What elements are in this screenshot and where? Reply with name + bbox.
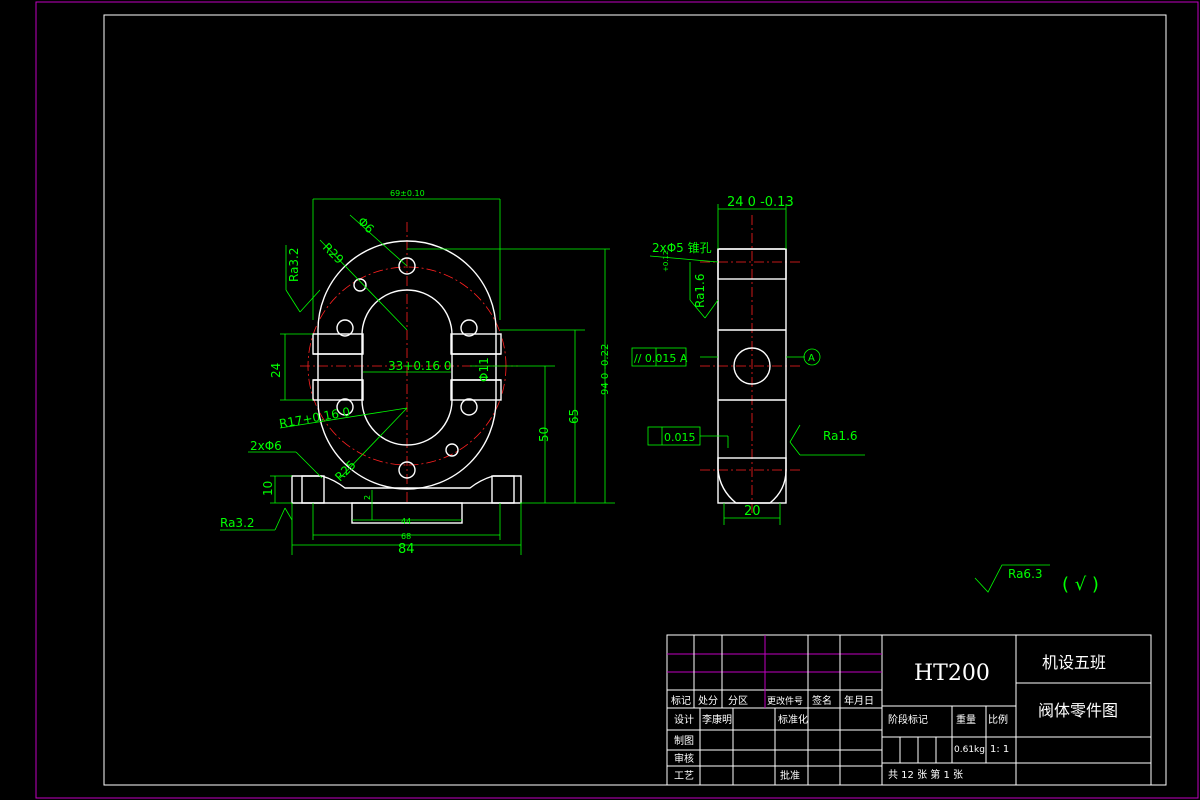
dim-24-side: 24 0 -0.13 <box>727 195 794 210</box>
tb-stage: 阶段标记 <box>888 713 928 726</box>
tb-approve: 批准 <box>780 769 800 782</box>
dim-33: 33+0.16 0 <box>388 359 452 373</box>
datum-label: A <box>808 353 815 364</box>
dim-20: 20 <box>744 504 761 519</box>
roughness-left: Ra3.2 <box>287 247 301 282</box>
tb-draw: 制图 <box>674 734 694 747</box>
roughness-other: ( √ ) <box>1062 574 1099 595</box>
title-block: 标记 处分 分区 更改件号 签名 年月日 设计 李康明 标准化 制图 审核 工艺… <box>666 634 1152 786</box>
dim-94: 94 0 -0.22 <box>600 344 611 395</box>
tb-mark: 标记 <box>671 695 691 707</box>
tb-material: HT200 <box>914 661 990 686</box>
tb-designer: 李康明 <box>702 713 732 726</box>
cad-drawing-canvas: 69±0.10 Φ6 R29 Ra3.2 24 33+0.16 0 Φ11 R1… <box>35 1 1199 799</box>
tb-count: 处分 <box>698 695 718 707</box>
tb-total-sheets: 共 12 张 第 1 张 <box>888 768 963 781</box>
tb-standardize: 标准化 <box>778 713 808 726</box>
dim-10: 10 <box>261 481 275 496</box>
tb-class-name: 机设五班 <box>1042 653 1106 672</box>
roughness-bottom: Ra3.2 <box>220 516 255 530</box>
inner-frame <box>103 14 1167 786</box>
tb-doc-no: 更改件号 <box>767 695 803 707</box>
roughness-note: Ra6.3 ( √ ) <box>974 564 1099 595</box>
dim-2xphi6: 2xΦ6 <box>250 439 282 453</box>
dim-top: 69±0.10 <box>390 189 425 198</box>
dim-68: 68 <box>401 532 411 541</box>
dim-84: 84 <box>398 542 415 557</box>
tb-check: 审核 <box>674 752 694 765</box>
dim-44: 44 <box>401 517 411 526</box>
dim-hole-top: Φ6 <box>355 214 377 236</box>
roughness-side-right: Ra1.6 <box>823 429 858 443</box>
tb-weight-value: 0.61kg <box>954 745 985 755</box>
side-view: 24 0 -0.13 2xΦ5 锥孔 +0.12 Ra1.6 // 0.015 … <box>631 195 865 525</box>
tolerance-flatness: 0.015 <box>664 431 696 444</box>
tb-date: 年月日 <box>844 694 874 707</box>
tb-scale: 比例 <box>988 713 1008 726</box>
tb-process: 工艺 <box>674 770 694 782</box>
dim-2xphi5: 2xΦ5 锥孔 <box>652 241 712 255</box>
tolerance-parallel: // 0.015 A <box>634 352 688 365</box>
tb-sign: 签名 <box>812 694 832 707</box>
tb-design: 设计 <box>674 713 694 726</box>
front-view: 69±0.10 Φ6 R29 Ra3.2 24 33+0.16 0 Φ11 R1… <box>220 189 615 557</box>
roughness-side-top: Ra1.6 <box>693 273 707 308</box>
tb-scale-value: 1: 1 <box>990 744 1009 755</box>
roughness-ra63: Ra6.3 <box>1008 567 1043 581</box>
outer-border <box>35 1 1199 799</box>
tb-zone: 分区 <box>728 695 748 707</box>
dim-r17: R17+0.16 0 <box>278 405 351 431</box>
dim-50: 50 <box>537 427 551 442</box>
tb-drawing-name: 阀体零件图 <box>1038 701 1118 720</box>
tb-weight: 重量 <box>956 713 976 726</box>
dim-24: 24 <box>269 363 283 378</box>
dim-65: 65 <box>567 409 581 424</box>
dim-small: +0.12 <box>662 251 670 272</box>
dim-bore: Φ11 <box>477 357 491 382</box>
dim-2: 2 <box>363 495 372 500</box>
dim-r25: R25 <box>332 458 359 485</box>
